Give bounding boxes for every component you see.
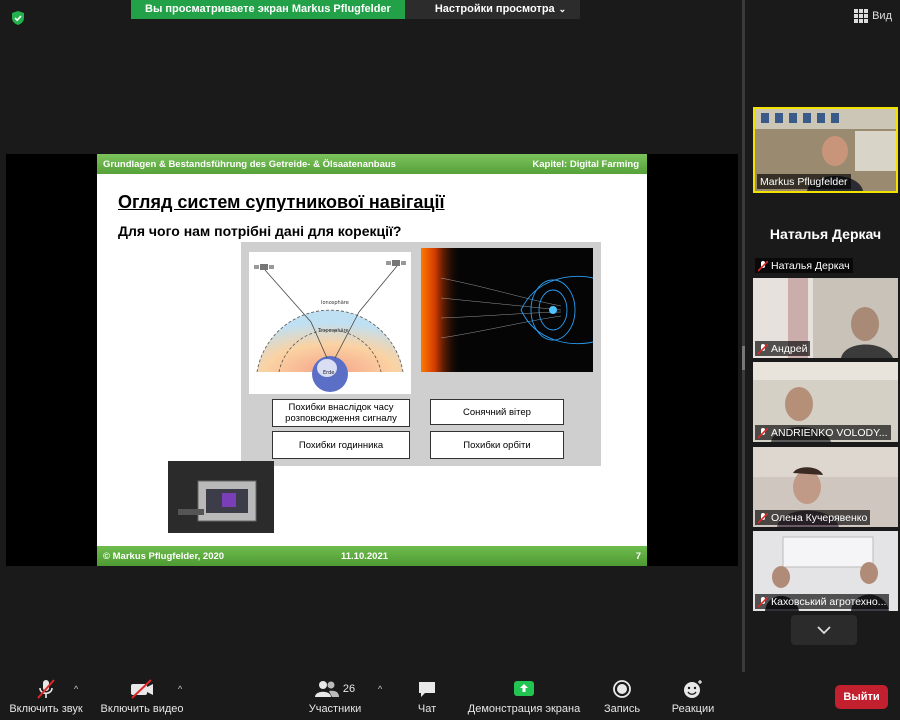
gnss-error-figure: Ionosphäre Troposphäre Erde Похибки внас… (241, 242, 601, 466)
solar-wind-box: Сонячний вітер (430, 399, 564, 425)
orbit-error-box: Похибки орбіти (430, 431, 564, 459)
solar-wind-image (421, 248, 593, 372)
chat-icon (417, 677, 437, 701)
slide-subtitle: Для чого нам потрібні дані для корекції? (118, 223, 402, 239)
view-layout-button[interactable]: Вид (854, 9, 892, 23)
active-speaker-tile[interactable]: Markus Pflugfelder (753, 107, 898, 193)
participants-count: 26 (342, 683, 356, 695)
participant-tile-no-video[interactable]: Наталья Деркач Наталья Деркач (753, 193, 898, 276)
view-layout-label: Вид (872, 10, 892, 22)
sharing-status-text: Вы просматриваете экран Markus Pflugfeld… (131, 0, 405, 19)
slide-page-number: 7 (635, 550, 641, 562)
security-shield-icon[interactable] (10, 10, 26, 26)
video-off-icon (129, 677, 155, 701)
presentation-slide: Grundlagen & Bestandsführung des Getreid… (97, 154, 647, 566)
unmute-button[interactable]: Включить звук (8, 677, 84, 715)
muted-mic-icon (757, 511, 769, 524)
participant-name-label: Олена Кучерявенко (755, 510, 871, 525)
participants-options-caret-icon[interactable]: ^ (378, 684, 382, 694)
shared-screen: Grundlagen & Bestandsführung des Getreid… (6, 154, 738, 566)
participant-display-name: Наталья Деркач (769, 226, 882, 242)
atmosphere-diagram: Ionosphäre Troposphäre Erde (249, 252, 411, 394)
participant-video-tile[interactable]: Олена Кучерявенко (753, 447, 898, 527)
participant-video-tile[interactable]: Каховський агротехно... (753, 531, 898, 611)
share-screen-button[interactable]: Демонстрация экрана (468, 677, 580, 715)
ionosphere-label: Ionosphäre (321, 300, 349, 306)
scroll-participants-button[interactable] (791, 615, 857, 645)
audio-options-caret-icon[interactable]: ^ (74, 684, 78, 694)
muted-mic-icon (757, 259, 769, 272)
start-video-button[interactable]: Включить видео (100, 677, 184, 715)
atomic-clock-image (168, 461, 274, 533)
leave-meeting-button[interactable]: Выйти (835, 685, 888, 709)
earth-label: Erde (323, 370, 334, 376)
reactions-smiley-icon (682, 677, 704, 701)
participant-name: Markus Pflugfelder (757, 174, 851, 189)
slide-course-title: Grundlagen & Bestandsführung des Getreid… (103, 158, 396, 170)
muted-mic-icon (757, 426, 769, 439)
chevron-down-icon (817, 625, 831, 634)
participants-icon: 26 (314, 677, 356, 701)
propagation-error-box: Похибки внаслідок часу розповсюдження си… (272, 399, 410, 427)
slide-header: Grundlagen & Bestandsführung des Getreid… (97, 154, 647, 174)
view-options-label: Настройки просмотра (434, 3, 555, 15)
participant-name-label: ANDRIENKO VOLODY... (755, 425, 891, 440)
video-options-caret-icon[interactable]: ^ (178, 684, 182, 694)
panel-divider[interactable] (742, 0, 745, 672)
chat-button[interactable]: Чат (412, 677, 442, 715)
participant-video-tile[interactable]: ANDRIENKO VOLODY... (753, 362, 898, 442)
clock-error-box: Похибки годинника (272, 431, 410, 459)
record-button[interactable]: Запись (603, 677, 641, 715)
chevron-down-icon: ⌄ (558, 4, 567, 14)
meeting-toolbar: Включить звук ^ Включить видео ^ 26 Учас… (0, 672, 900, 720)
muted-microphone-icon (35, 677, 57, 701)
slide-title: Огляд систем супутникової навігації (118, 192, 445, 212)
slide-chapter: Kapitel: Digital Farming (532, 158, 639, 170)
muted-mic-icon (757, 342, 769, 355)
slide-copyright: © Markus Pflugfelder, 2020 (103, 550, 225, 562)
slide-date: 11.10.2021 (341, 550, 389, 562)
troposphere-label: Troposphäre (317, 328, 349, 334)
share-screen-icon (513, 677, 535, 701)
muted-mic-icon (757, 595, 769, 608)
screen-share-banner: Вы просматриваете экран Markus Pflugfeld… (131, 0, 581, 19)
participant-name-label: Каховський агротехно... (755, 594, 890, 609)
view-options-button[interactable]: Настройки просмотра ⌄ (404, 0, 581, 19)
participants-button[interactable]: 26 Участники (306, 677, 364, 715)
reactions-button[interactable]: Реакции (670, 677, 716, 715)
slide-footer: © Markus Pflugfelder, 2020 11.10.2021 7 (97, 546, 647, 566)
record-icon (612, 677, 632, 701)
participant-name-label: Андрей (755, 341, 811, 356)
participant-name-label: Наталья Деркач (755, 258, 853, 273)
grid-icon (854, 9, 869, 23)
satellite-icon (254, 264, 274, 270)
satellite-icon (386, 260, 406, 266)
participant-video-tile[interactable]: Андрей (753, 278, 898, 358)
